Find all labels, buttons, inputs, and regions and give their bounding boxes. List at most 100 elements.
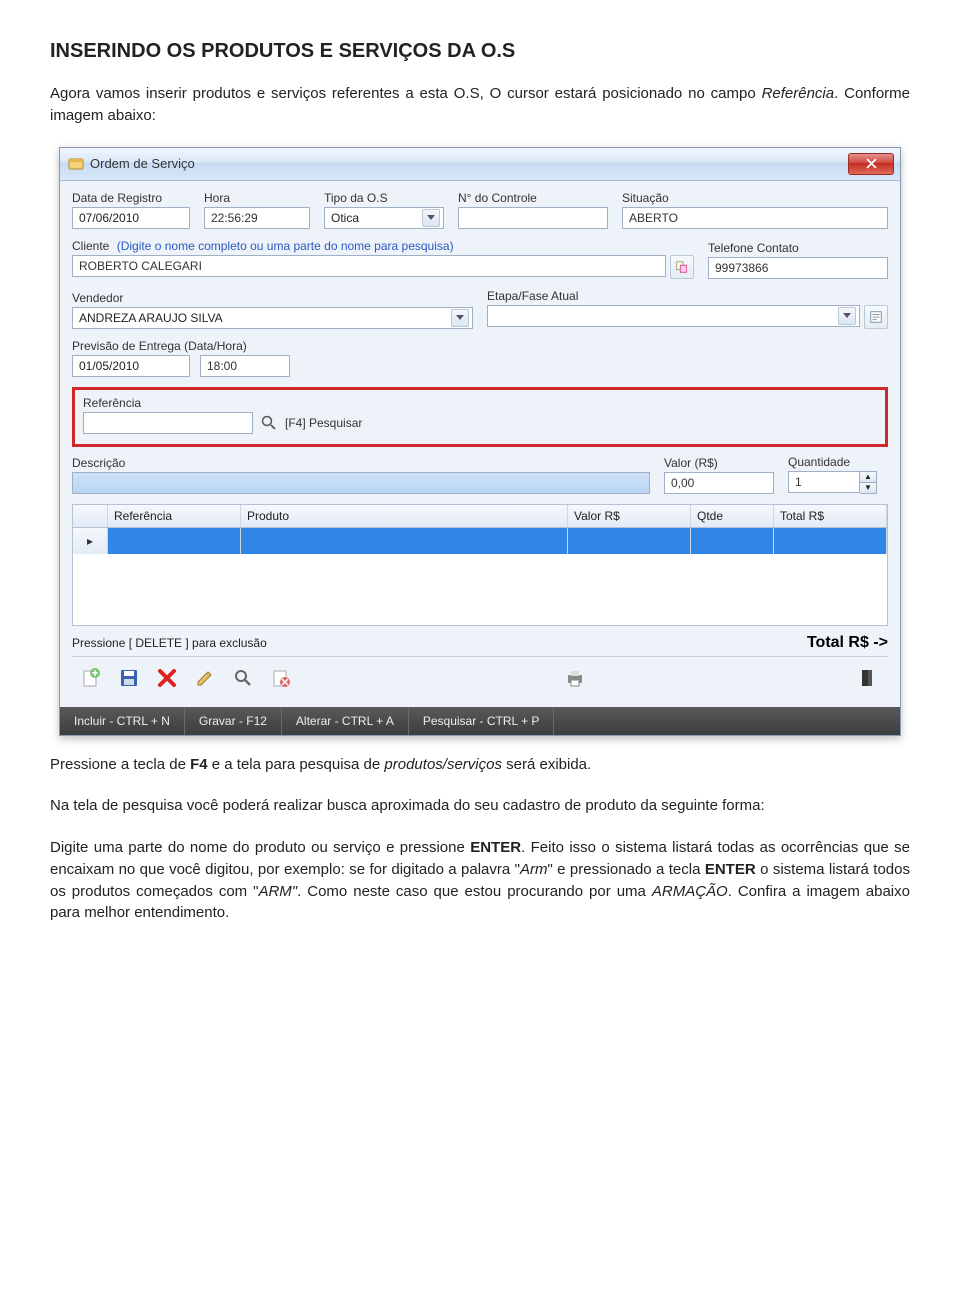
label-etapa: Etapa/Fase Atual bbox=[487, 289, 888, 303]
grid-handle-col bbox=[73, 505, 108, 527]
situacao-value: ABERTO bbox=[629, 211, 678, 225]
label-valor: Valor (R$) bbox=[664, 456, 774, 470]
after-paragraph-3: Digite uma parte do nome do produto ou s… bbox=[50, 837, 910, 924]
grid-col-referencia[interactable]: Referência bbox=[108, 505, 241, 527]
chevron-down-icon bbox=[838, 307, 856, 325]
cliente-input[interactable]: ROBERTO CALEGARI bbox=[72, 255, 666, 277]
spin-down-icon[interactable]: ▼ bbox=[860, 483, 876, 493]
app-window: Ordem de Serviço Data de Registro 07/06/… bbox=[59, 147, 901, 736]
chevron-down-icon bbox=[422, 209, 440, 227]
text-run: Digite uma parte do nome do produto ou s… bbox=[50, 839, 470, 856]
label-telefone: Telefone Contato bbox=[708, 241, 888, 255]
text-run: e a tela para pesquisa de bbox=[208, 756, 385, 773]
text-run-italic: Referência bbox=[762, 85, 835, 102]
text-run: Pressione a tecla de bbox=[50, 756, 190, 773]
previsao-hora-input[interactable]: 18:00 bbox=[200, 355, 290, 377]
telefone-input[interactable]: 99973866 bbox=[708, 257, 888, 279]
toolbar-clear-button[interactable] bbox=[266, 663, 296, 693]
cell-qtde bbox=[691, 528, 774, 554]
cell-produto bbox=[241, 528, 568, 554]
quantidade-value: 1 bbox=[795, 475, 802, 489]
label-data-registro: Data de Registro bbox=[72, 191, 190, 205]
toolbar-edit-button[interactable] bbox=[190, 663, 220, 693]
shortcut-bar: Incluir - CTRL + N Gravar - F12 Alterar … bbox=[60, 707, 900, 735]
text-run-bold: F4 bbox=[190, 756, 208, 773]
vendedor-select[interactable]: ANDREZA ARAUJO SILVA bbox=[72, 307, 473, 329]
toolbar-new-button[interactable] bbox=[76, 663, 106, 693]
window-title: Ordem de Serviço bbox=[90, 156, 848, 171]
telefone-value: 99973866 bbox=[715, 261, 768, 275]
referencia-input[interactable] bbox=[83, 412, 253, 434]
app-icon bbox=[68, 156, 84, 172]
etapa-action-button[interactable] bbox=[864, 305, 888, 329]
row-indicator-icon: ▸ bbox=[73, 528, 108, 554]
text-run: será exibida. bbox=[502, 756, 591, 773]
label-cliente: Cliente (Digite o nome completo ou uma p… bbox=[72, 239, 694, 253]
cell-valor bbox=[568, 528, 691, 554]
intro-paragraph: Agora vamos inserir produtos e serviços … bbox=[50, 83, 910, 127]
referencia-highlight-box: Referência [F4] Pesquisar bbox=[72, 387, 888, 447]
cell-referencia bbox=[108, 528, 241, 554]
toolbar-save-button[interactable] bbox=[114, 663, 144, 693]
previsao-data-input[interactable]: 01/05/2010 bbox=[72, 355, 190, 377]
text-run: . Como neste caso que estou procurando p… bbox=[297, 883, 652, 900]
search-icon bbox=[261, 415, 277, 431]
spin-up-icon[interactable]: ▲ bbox=[860, 472, 876, 483]
tipo-os-select[interactable]: Otica bbox=[324, 207, 444, 229]
label-referencia: Referência bbox=[83, 396, 877, 410]
shortcut-alterar: Alterar - CTRL + A bbox=[282, 707, 409, 735]
grid-row-selected[interactable]: ▸ bbox=[73, 528, 887, 554]
previsao-data-value: 01/05/2010 bbox=[79, 359, 139, 373]
etapa-select[interactable] bbox=[487, 305, 860, 327]
grid-col-total[interactable]: Total R$ bbox=[774, 505, 887, 527]
n-controle-input[interactable] bbox=[458, 207, 608, 229]
shortcut-gravar: Gravar - F12 bbox=[185, 707, 282, 735]
grid-col-qtde[interactable]: Qtde bbox=[691, 505, 774, 527]
quantidade-stepper[interactable]: 1 ▲ ▼ bbox=[788, 471, 888, 494]
toolbar-exit-button[interactable] bbox=[854, 663, 884, 693]
cell-total bbox=[774, 528, 887, 554]
form-body: Data de Registro 07/06/2010 Hora 22:56:2… bbox=[60, 181, 900, 707]
label-descricao: Descrição bbox=[72, 456, 650, 470]
cliente-hint: (Digite o nome completo ou uma parte do … bbox=[117, 239, 454, 253]
data-registro-value: 07/06/2010 bbox=[79, 211, 139, 225]
text-run: " e pressionado a tecla bbox=[547, 861, 704, 878]
text-run-bold: ENTER bbox=[705, 861, 756, 878]
grid-col-produto[interactable]: Produto bbox=[241, 505, 568, 527]
vendedor-value: ANDREZA ARAUJO SILVA bbox=[79, 311, 223, 325]
descricao-input[interactable] bbox=[72, 472, 650, 494]
titlebar: Ordem de Serviço bbox=[60, 148, 900, 181]
cliente-value: ROBERTO CALEGARI bbox=[79, 259, 202, 273]
items-grid: Referência Produto Valor R$ Qtde Total R… bbox=[72, 504, 888, 626]
after-paragraph-1: Pressione a tecla de F4 e a tela para pe… bbox=[50, 754, 910, 776]
previsao-hora-value: 18:00 bbox=[207, 359, 237, 373]
cliente-lookup-button[interactable] bbox=[670, 255, 694, 279]
data-registro-input[interactable]: 07/06/2010 bbox=[72, 207, 190, 229]
text-run-bold: ENTER bbox=[470, 839, 521, 856]
toolbar bbox=[72, 656, 888, 699]
text-run-italic: ARM" bbox=[258, 883, 297, 900]
label-situacao: Situação bbox=[622, 191, 888, 205]
grid-body bbox=[73, 554, 887, 625]
toolbar-delete-button[interactable] bbox=[152, 663, 182, 693]
pesquisar-hint: [F4] Pesquisar bbox=[285, 416, 362, 430]
text-run-italic: ARMAÇÃO bbox=[652, 883, 728, 900]
text-run: Cliente bbox=[72, 239, 109, 253]
situacao-input[interactable]: ABERTO bbox=[622, 207, 888, 229]
label-n-controle: N° do Controle bbox=[458, 191, 608, 205]
toolbar-search-button[interactable] bbox=[228, 663, 258, 693]
label-vendedor: Vendedor bbox=[72, 291, 473, 305]
grid-header: Referência Produto Valor R$ Qtde Total R… bbox=[73, 505, 887, 528]
text-run-italic: produtos/serviços bbox=[384, 756, 502, 773]
label-quantidade: Quantidade bbox=[788, 455, 888, 469]
label-previsao: Previsão de Entrega (Data/Hora) bbox=[72, 339, 332, 353]
text-run-italic: Arm bbox=[520, 861, 548, 878]
page-title: INSERINDO OS PRODUTOS E SERVIÇOS DA O.S bbox=[50, 40, 910, 63]
valor-value: 0,00 bbox=[671, 476, 694, 490]
toolbar-print-button[interactable] bbox=[560, 663, 590, 693]
hora-input[interactable]: 22:56:29 bbox=[204, 207, 310, 229]
chevron-down-icon bbox=[451, 309, 469, 327]
valor-input[interactable]: 0,00 bbox=[664, 472, 774, 494]
grid-col-valor[interactable]: Valor R$ bbox=[568, 505, 691, 527]
close-button[interactable] bbox=[848, 153, 894, 175]
